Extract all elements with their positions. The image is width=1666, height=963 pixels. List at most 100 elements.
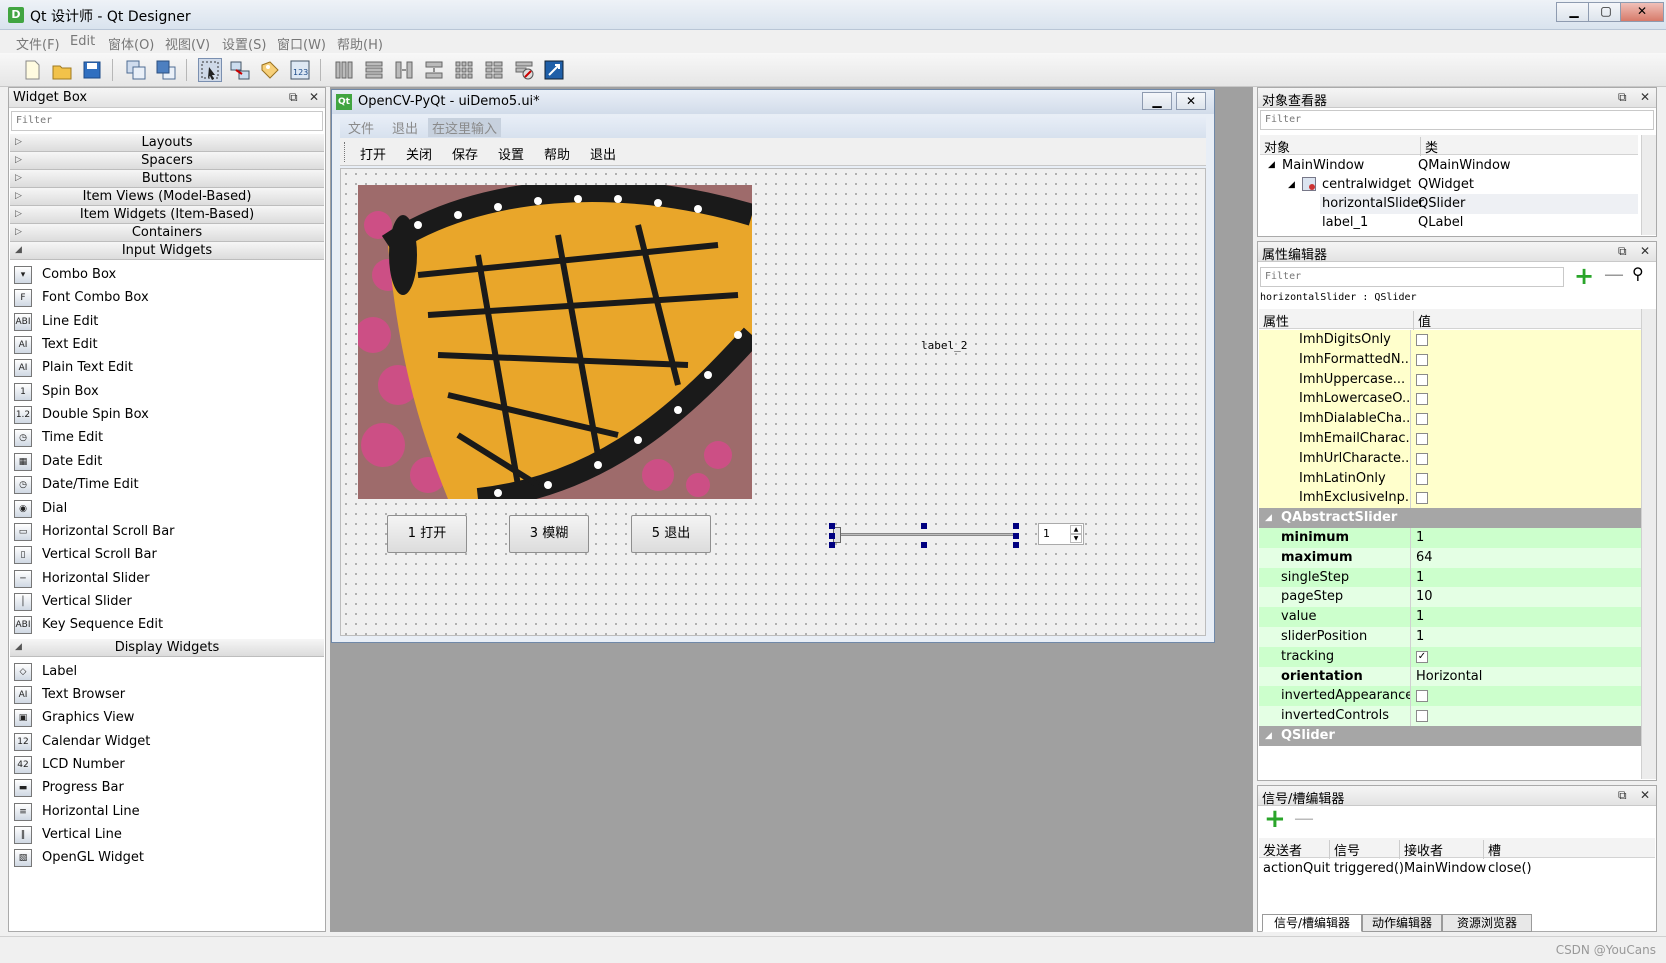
widget-item[interactable]: 1 Spin Box [10,381,310,404]
widget-category[interactable]: ▷ Layouts [10,134,324,152]
property-value[interactable]: Horizontal [1412,667,1644,688]
expand-arrow-icon[interactable]: ◢ [1288,180,1295,190]
form-window[interactable]: Qt OpenCV-PyQt - uiDemo5.ui* ▁ ✕ 文件 退出 在… [331,89,1215,643]
property-value[interactable] [1412,429,1644,450]
float-icon[interactable]: ⧉ [1618,90,1627,105]
selection-handle[interactable] [1013,533,1019,539]
selection-handle[interactable] [921,523,927,529]
property-row[interactable]: ImhExclusiveInp... [1259,488,1644,510]
widget-item[interactable]: ≡ Horizontal Line [10,801,310,824]
checkbox[interactable] [1416,334,1428,346]
property-row[interactable]: minimum 1 [1259,528,1644,549]
property-row[interactable]: value 1 [1259,607,1644,629]
close-icon[interactable]: ✕ [309,90,319,104]
form-toolbar-settings[interactable]: 设置 [498,144,524,163]
connection-signal[interactable]: triggered() [1334,861,1404,876]
widget-category[interactable]: ◢ Input Widgets [10,242,324,260]
checkbox[interactable] [1416,413,1428,426]
wrench-icon[interactable]: ⚲ [1632,264,1644,283]
remove-property-icon[interactable]: — [1604,262,1624,286]
remove-connection-icon[interactable]: — [1294,806,1314,830]
menu-view[interactable]: 视图(V) [165,34,210,53]
widget-filter-input[interactable]: Filter [11,111,323,131]
float-icon[interactable]: ⧉ [289,90,298,105]
tab-signal-slot-editor[interactable]: 信号/槽编辑器 [1262,914,1362,932]
connection-slot[interactable]: close() [1488,861,1532,876]
object-filter-input[interactable]: Filter [1260,110,1654,130]
property-value[interactable] [1412,686,1644,707]
property-row[interactable]: pageStep 10 [1259,587,1644,609]
form-toolbar-open[interactable]: 打开 [360,144,386,163]
property-row[interactable]: orientation Horizontal [1259,666,1644,688]
widget-category[interactable]: ▷ Spacers [10,152,324,170]
new-file-icon[interactable] [20,58,44,82]
property-value[interactable] [1412,488,1644,509]
vertical-scrollbar[interactable] [1641,309,1656,779]
layout-horizontal-icon[interactable] [332,58,356,82]
save-file-icon[interactable] [80,58,104,82]
expand-arrow-icon[interactable]: ◢ [1268,160,1275,170]
layout-vertical-icon[interactable] [362,58,386,82]
layout-grid-icon[interactable] [452,58,476,82]
property-value[interactable] [1412,449,1644,470]
edit-buddies-icon[interactable] [258,58,282,82]
property-row[interactable]: maximum 64 [1259,547,1644,569]
property-value[interactable] [1412,706,1644,727]
property-value[interactable] [1412,370,1644,391]
widget-item[interactable]: ◉ Dial [10,498,310,521]
spin-up-icon[interactable]: ▲ [1070,525,1082,534]
property-value[interactable]: 1 [1412,627,1644,648]
widget-item[interactable]: AI Text Edit [10,334,310,357]
property-row[interactable]: ImhFormattedN... [1259,349,1644,371]
menu-help[interactable]: 帮助(H) [337,34,383,53]
adjust-size-icon[interactable] [542,58,566,82]
property-value[interactable] [1412,389,1644,410]
property-group-header[interactable]: ◢ QSlider [1259,726,1644,747]
widget-item[interactable]: ▭ Horizontal Scroll Bar [10,521,310,544]
widget-item[interactable]: 12 Calendar Widget [10,731,310,754]
property-value[interactable]: 1 [1412,568,1644,589]
widget-item[interactable]: ◇ Label [10,661,310,684]
widget-item[interactable]: AI Text Browser [10,684,310,707]
widget-item[interactable]: ▦ Date Edit [10,451,310,474]
property-row[interactable]: ImhLatinOnly [1259,468,1644,490]
close-icon[interactable]: ✕ [1640,244,1650,258]
object-row-centralwidget[interactable]: centralwidget [1322,177,1411,192]
close-icon[interactable]: ✕ [1640,788,1650,802]
connection-receiver[interactable]: MainWindow [1404,861,1486,876]
minimize-button[interactable]: ▁ [1556,2,1592,22]
checkbox[interactable] [1416,690,1428,703]
selection-handle[interactable] [829,542,835,548]
property-group-header[interactable]: ◢ QAbstractSlider [1259,508,1644,530]
property-value[interactable] [1412,469,1644,490]
spin-down-icon[interactable]: ▼ [1070,534,1082,543]
widget-item[interactable]: ABI Line Edit [10,311,310,334]
widget-item[interactable]: ▣ Graphics View [10,707,310,730]
menu-form[interactable]: 窗体(O) [108,34,154,53]
horizontal-slider[interactable] [829,523,1019,548]
widget-item[interactable]: ◷ Time Edit [10,427,310,450]
send-to-back-icon[interactable] [124,58,148,82]
widget-item[interactable]: ▾ Combo Box [10,264,310,287]
widget-category[interactable]: ▷ Buttons [10,170,324,188]
property-row[interactable]: tracking ✓ [1259,646,1644,668]
checkbox[interactable] [1416,433,1428,445]
widget-item[interactable]: ─ Horizontal Slider [10,568,310,591]
quit-button[interactable]: 5 退出 [631,515,711,553]
object-row-mainwindow[interactable]: MainWindow [1282,158,1364,173]
edit-widgets-icon[interactable] [198,58,222,82]
property-filter-input[interactable]: Filter [1260,267,1564,287]
checkbox[interactable] [1416,452,1428,465]
checkbox[interactable] [1416,710,1428,723]
property-row[interactable]: ImhEmailCharac... [1259,429,1644,450]
maximize-button[interactable]: ▢ [1588,2,1624,22]
property-value[interactable]: ✓ [1412,647,1644,668]
property-row[interactable]: invertedAppearance [1259,686,1644,708]
widget-item[interactable]: AI Plain Text Edit [10,357,310,380]
checkbox[interactable] [1416,472,1428,485]
bring-to-front-icon[interactable] [154,58,178,82]
form-toolbar-save[interactable]: 保存 [452,144,478,163]
menu-window[interactable]: 窗口(W) [277,34,326,53]
blur-button[interactable]: 3 模糊 [509,515,589,553]
close-button[interactable]: ✕ [1620,2,1664,22]
